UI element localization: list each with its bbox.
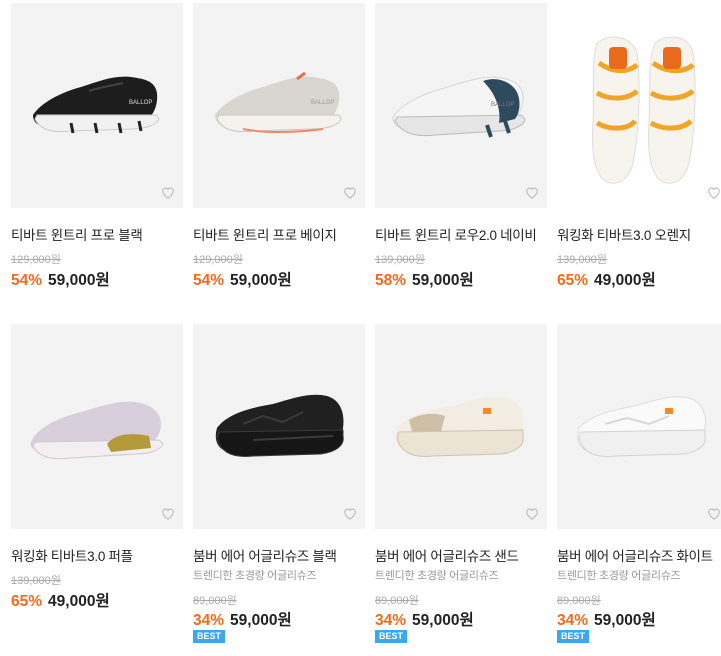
product-image[interactable] — [557, 3, 721, 208]
product-name[interactable]: 워킹화 티바트3.0 퍼플 — [11, 545, 133, 565]
product-card[interactable]: 워킹화 티바트3.0 퍼플 139,000원 65% 49,000원 — [11, 324, 183, 624]
discount-rate: 34% — [557, 612, 589, 629]
price-line: 58% 59,000원 — [375, 268, 474, 290]
product-card[interactable]: 붐버 에어 어글리슈즈 블랙 트렌디한 초경량 어글리슈즈 89,000원 34… — [193, 324, 365, 644]
price-line: 34% 59,000원 — [375, 608, 474, 630]
svg-text:BALLOP: BALLOP — [129, 100, 152, 106]
product-name[interactable]: 티바트 윈트리 프로 베이지 — [193, 224, 337, 244]
sale-price: 59,000원 — [412, 272, 474, 289]
original-price: 129,000원 — [193, 254, 243, 266]
product-image[interactable]: BALLOP — [11, 3, 183, 208]
product-image[interactable] — [193, 324, 365, 529]
price-line: 34% 59,000원 — [193, 608, 292, 630]
price-line: 54% 59,000원 — [11, 268, 110, 290]
price-line: 54% 59,000원 — [193, 268, 292, 290]
heart-outline-icon[interactable] — [525, 186, 539, 200]
best-badge: BEST — [193, 630, 226, 643]
best-badge: BEST — [557, 630, 590, 643]
sale-price: 59,000원 — [230, 612, 292, 629]
product-image[interactable] — [557, 324, 721, 529]
discount-rate: 65% — [557, 272, 589, 289]
product-subtitle: 트렌디한 초경량 어글리슈즈 — [375, 570, 499, 582]
product-name[interactable]: 붐버 에어 어글리슈즈 블랙 — [193, 545, 337, 565]
svg-text:BALLOP: BALLOP — [311, 100, 334, 106]
product-image[interactable] — [375, 324, 547, 529]
discount-rate: 54% — [193, 272, 225, 289]
price-line: 65% 49,000원 — [557, 268, 656, 290]
heart-outline-icon[interactable] — [161, 507, 175, 521]
original-price: 89,000원 — [193, 595, 237, 607]
heart-outline-icon[interactable] — [161, 186, 175, 200]
product-subtitle: 트렌디한 초경량 어글리슈즈 — [557, 570, 681, 582]
heart-outline-icon[interactable] — [525, 507, 539, 521]
discount-rate: 58% — [375, 272, 407, 289]
product-image[interactable]: BALLOP — [375, 3, 547, 208]
original-price: 139,000원 — [11, 575, 61, 587]
sale-price: 59,000원 — [594, 612, 656, 629]
price-line: 34% 59,000원 — [557, 608, 656, 630]
sale-price: 59,000원 — [230, 272, 292, 289]
sale-price: 59,000원 — [412, 612, 474, 629]
original-price: 139,000원 — [375, 254, 425, 266]
best-badge: BEST — [375, 630, 408, 643]
product-name[interactable]: 티바트 윈트리 프로 블랙 — [11, 224, 143, 244]
product-image[interactable]: BALLOP — [193, 3, 365, 208]
discount-rate: 65% — [11, 593, 43, 610]
heart-outline-icon[interactable] — [707, 186, 721, 200]
product-name[interactable]: 워킹화 티바트3.0 오렌지 — [557, 224, 691, 244]
original-price: 139,000원 — [557, 254, 607, 266]
original-price: 89,000원 — [557, 595, 601, 607]
sale-price: 59,000원 — [48, 272, 110, 289]
product-name[interactable]: 티바트 윈트리 로우2.0 네이비 — [375, 224, 537, 244]
discount-rate: 34% — [375, 612, 407, 629]
discount-rate: 54% — [11, 272, 43, 289]
product-name[interactable]: 붐버 에어 어글리슈즈 화이트 — [557, 545, 713, 565]
product-image[interactable] — [11, 324, 183, 529]
product-card[interactable]: 붐버 에어 어글리슈즈 샌드 트렌디한 초경량 어글리슈즈 89,000원 34… — [375, 324, 547, 644]
original-price: 89,000원 — [375, 595, 419, 607]
sale-price: 49,000원 — [594, 272, 656, 289]
product-card[interactable]: 붐버 에어 어글리슈즈 화이트 트렌디한 초경량 어글리슈즈 89,000원 3… — [557, 324, 721, 644]
product-card[interactable]: BALLOP 티바트 윈트리 프로 베이지 129,000원 54% 59,000… — [193, 3, 365, 293]
product-card[interactable]: BALLOP 티바트 윈트리 로우2.0 네이비 139,000원 58% 59,… — [375, 3, 547, 293]
svg-text:BALLOP: BALLOP — [491, 102, 514, 108]
original-price: 129,000원 — [11, 254, 61, 266]
heart-outline-icon[interactable] — [343, 186, 357, 200]
product-card[interactable]: BALLOP 티바트 윈트리 프로 블랙 129,000원 54% 59,000원 — [11, 3, 183, 293]
discount-rate: 34% — [193, 612, 225, 629]
heart-outline-icon[interactable] — [707, 507, 721, 521]
product-name[interactable]: 붐버 에어 어글리슈즈 샌드 — [375, 545, 519, 565]
sale-price: 49,000원 — [48, 593, 110, 610]
product-card[interactable]: 워킹화 티바트3.0 오렌지 139,000원 65% 49,000원 — [557, 3, 721, 293]
heart-outline-icon[interactable] — [343, 507, 357, 521]
price-line: 65% 49,000원 — [11, 589, 110, 611]
product-subtitle: 트렌디한 초경량 어글리슈즈 — [193, 570, 317, 582]
